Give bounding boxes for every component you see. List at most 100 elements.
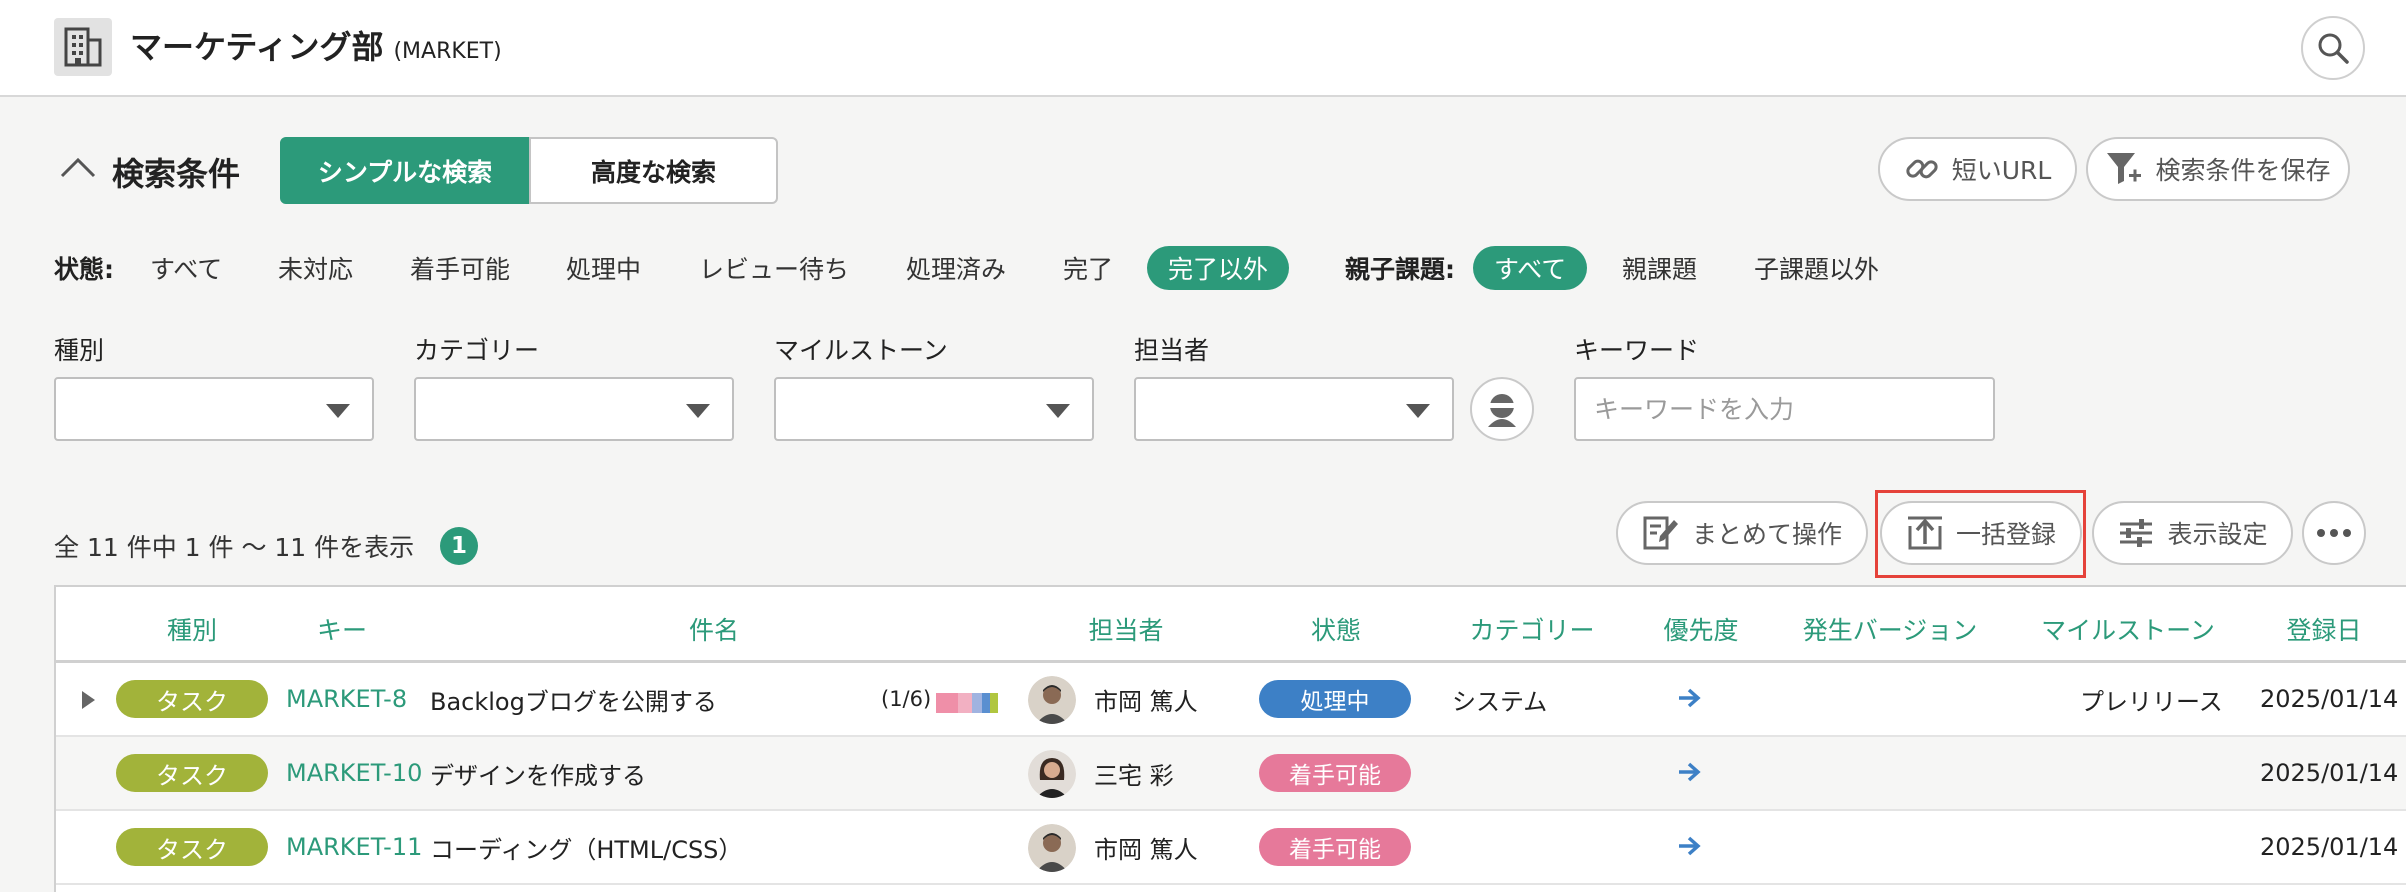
column-header-version[interactable]: 発生バージョン: [1803, 611, 1978, 647]
chevron-down-icon: [326, 404, 350, 418]
highlight-box: [1875, 490, 2086, 578]
status-option-review[interactable]: レビュー待ち: [699, 246, 849, 290]
child-progress-text: (1/6): [881, 687, 932, 711]
status-option-ready[interactable]: 着手可能: [410, 246, 510, 290]
column-header-key[interactable]: キー: [317, 611, 367, 647]
bulk-edit-button[interactable]: まとめて操作: [1616, 501, 1868, 565]
bulk-edit-label: まとめて操作: [1691, 520, 1842, 549]
milestone-select[interactable]: [774, 377, 1094, 441]
keyword-field-label: キーワード: [1574, 336, 1700, 365]
edit-list-icon: [1643, 516, 1678, 550]
milestone-field-label: マイルストーン: [774, 336, 948, 365]
issue-subject-link[interactable]: Backlogブログを公開する: [430, 663, 717, 735]
avatar: [1028, 750, 1076, 798]
search-conditions-title[interactable]: 検索条件: [112, 149, 240, 195]
project-title: マーケティング部 (MARKET): [130, 22, 502, 68]
status-badge: 着手可能: [1259, 754, 1411, 792]
column-header-created[interactable]: 登録日: [2286, 611, 2361, 647]
created-date: 2025/01/14: [2260, 685, 2399, 713]
project-name: マーケティング部: [130, 28, 384, 66]
short-url-button[interactable]: 短いURL: [1878, 137, 2077, 201]
chevron-down-icon: [1046, 404, 1070, 418]
category-field-label: カテゴリー: [414, 336, 540, 365]
tab-advanced-search[interactable]: 高度な検索: [529, 137, 778, 204]
parent-option-parent[interactable]: 親課題: [1622, 246, 1697, 290]
issue-key-link[interactable]: MARKET-11: [286, 811, 422, 883]
parent-option-no-child[interactable]: 子課題以外: [1754, 246, 1879, 290]
column-header-type[interactable]: 種別: [167, 611, 217, 647]
assignee-select[interactable]: [1134, 377, 1454, 441]
filter-add-icon: [2107, 153, 2142, 184]
status-badge: 着手可能: [1259, 828, 1411, 866]
status-badge: 処理中: [1259, 680, 1411, 718]
issue-table: 種別 キー 件名 担当者 状態 カテゴリー 優先度 発生バージョン マイルストー…: [54, 585, 2406, 892]
issue-key-link[interactable]: MARKET-10: [286, 737, 422, 809]
status-option-not-closed[interactable]: 完了以外: [1147, 246, 1290, 290]
issue-key-link[interactable]: MARKET-8: [286, 663, 407, 735]
column-header-status[interactable]: 状態: [1311, 611, 1361, 647]
avatar: [1028, 676, 1076, 724]
result-count: 全 11 件中 1 件 〜 11 件を表示: [54, 533, 415, 562]
child-progress-bar: [936, 693, 998, 713]
status-option-in-progress[interactable]: 処理中: [566, 246, 641, 290]
column-header-assignee[interactable]: 担当者: [1088, 611, 1163, 647]
arrow-right-icon: [1676, 759, 1702, 789]
issue-subject-link[interactable]: デザインを作成する: [430, 737, 646, 809]
save-search-button[interactable]: 検索条件を保存: [2086, 137, 2350, 201]
type-select[interactable]: [54, 377, 374, 441]
table-row[interactable]: タスク MARKET-10 デザインを作成する 三宅 彩 着手可能 2025/0…: [56, 737, 2406, 811]
table-header: 種別 キー 件名 担当者 状態 カテゴリー 優先度 発生バージョン マイルストー…: [56, 587, 2406, 663]
sliders-icon: [2120, 519, 2153, 547]
status-option-closed[interactable]: 完了: [1063, 246, 1113, 290]
arrow-right-icon: [1676, 833, 1702, 863]
project-header: マーケティング部 (MARKET): [0, 0, 2406, 97]
status-option-open[interactable]: 未対応: [278, 246, 353, 290]
milestone-value: プレリリース: [2080, 687, 2223, 716]
assign-to-me-button[interactable]: [1470, 377, 1534, 441]
arrow-right-icon: [1676, 685, 1702, 715]
assignee-name: 市岡 篤人: [1094, 835, 1198, 864]
status-option-resolved[interactable]: 処理済み: [906, 246, 1006, 290]
chevron-up-icon[interactable]: [58, 152, 98, 186]
expand-triangle-icon[interactable]: [82, 691, 95, 709]
page-number[interactable]: 1: [440, 527, 478, 565]
parent-child-filter-label: 親子課題:: [1345, 255, 1455, 284]
column-header-priority[interactable]: 優先度: [1663, 611, 1738, 647]
display-settings-button[interactable]: 表示設定: [2092, 501, 2293, 565]
global-search-button[interactable]: [2301, 16, 2365, 80]
issue-type-badge: タスク: [116, 828, 268, 866]
status-option-all[interactable]: すべて: [150, 246, 222, 290]
table-row[interactable]: タスク MARKET-11 コーディング（HTML/CSS） 市岡 篤人 着手可…: [56, 811, 2406, 885]
parent-option-all[interactable]: すべて: [1473, 246, 1588, 290]
issue-type-badge: タスク: [116, 754, 268, 792]
assignee-name: 市岡 篤人: [1094, 687, 1198, 716]
created-date: 2025/01/14: [2260, 759, 2399, 787]
short-url-label: 短いURL: [1951, 156, 2052, 185]
column-header-subject[interactable]: 件名: [689, 611, 739, 647]
assignee-field-label: 担当者: [1134, 336, 1210, 365]
building-icon: [54, 18, 112, 76]
category-select[interactable]: [414, 377, 734, 441]
category-value: システム: [1452, 687, 1548, 716]
save-search-label: 検索条件を保存: [2155, 156, 2331, 185]
tab-simple-search[interactable]: シンプルな検索: [280, 137, 530, 204]
user-icon: [1488, 394, 1516, 427]
more-dots-icon: [2317, 529, 2351, 537]
search-icon: [2318, 33, 2349, 64]
created-date: 2025/01/14: [2260, 833, 2399, 861]
assignee-name: 三宅 彩: [1094, 761, 1174, 790]
chevron-down-icon: [686, 404, 710, 418]
chevron-down-icon: [1406, 404, 1430, 418]
keyword-input[interactable]: [1574, 377, 1995, 441]
table-row[interactable]: タスク MARKET-8 Backlogブログを公開する (1/6) 市岡 篤人…: [56, 663, 2406, 737]
type-field-label: 種別: [54, 336, 105, 365]
more-options-button[interactable]: [2302, 501, 2366, 565]
link-icon: [1906, 159, 1938, 179]
column-header-milestone[interactable]: マイルストーン: [2041, 611, 2215, 647]
project-key: (MARKET): [393, 39, 502, 64]
column-header-category[interactable]: カテゴリー: [1469, 611, 1594, 647]
display-settings-label: 表示設定: [2167, 520, 2268, 549]
issue-subject-link[interactable]: コーディング（HTML/CSS）: [430, 811, 742, 883]
avatar: [1028, 824, 1076, 872]
status-filter-label: 状態:: [54, 255, 114, 284]
